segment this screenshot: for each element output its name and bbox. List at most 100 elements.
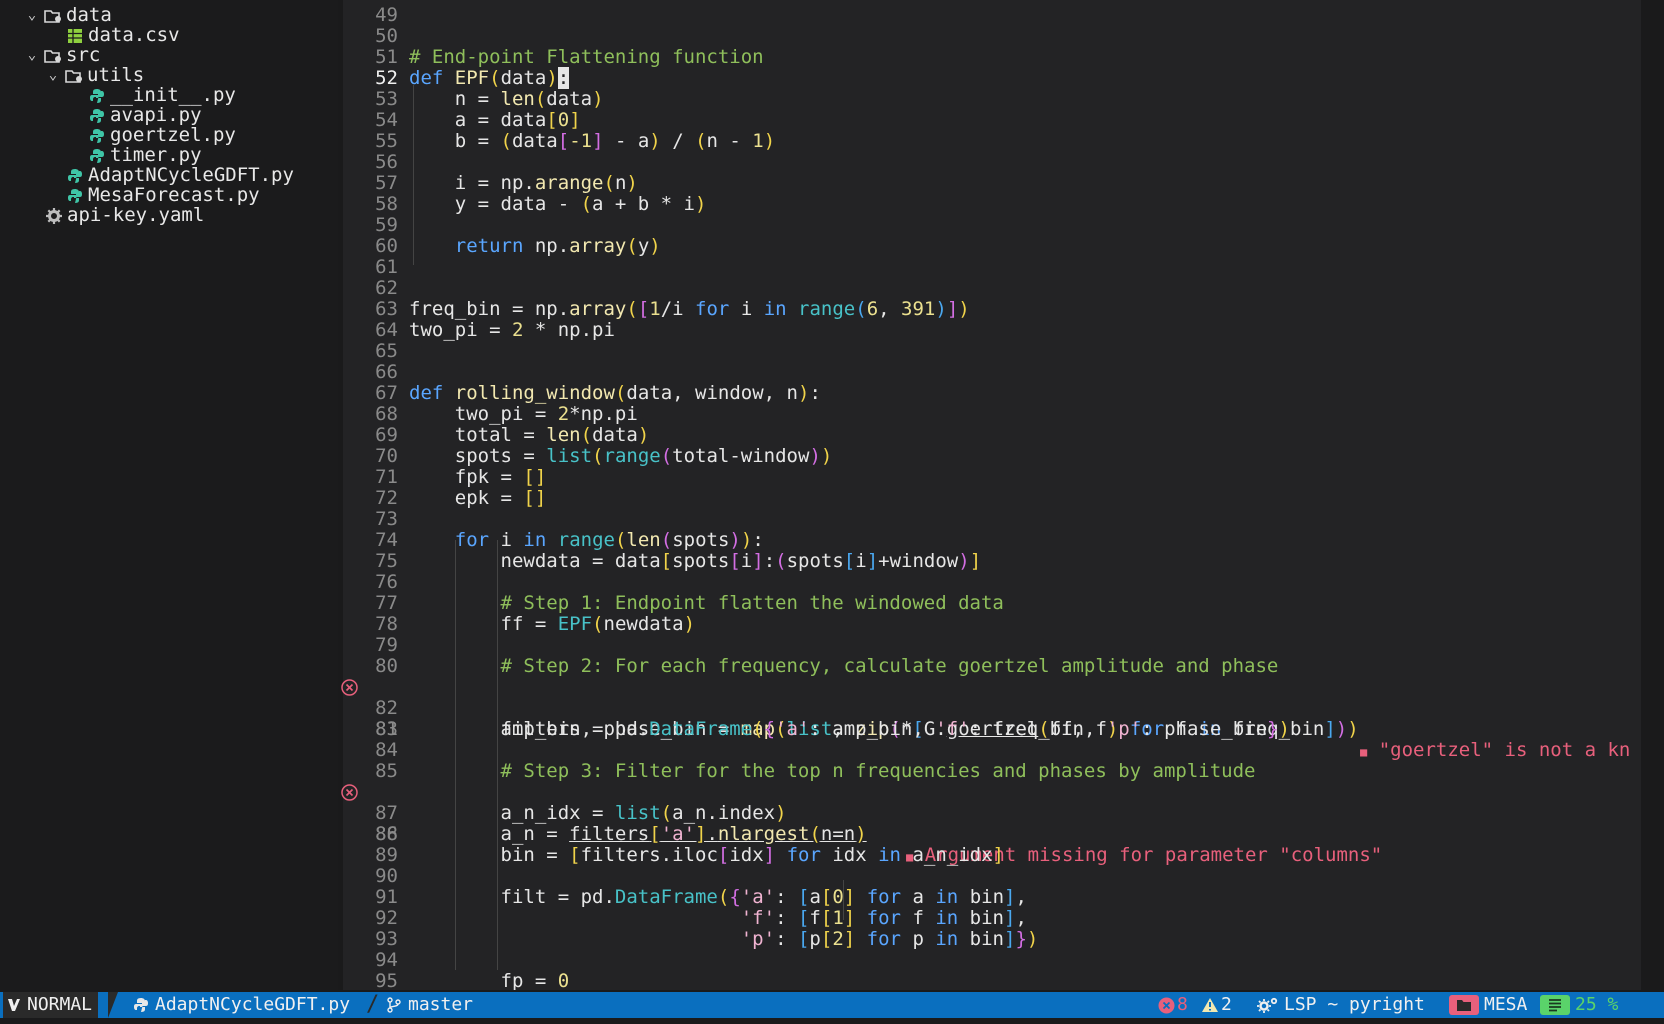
line-number: 75: [375, 550, 398, 572]
code-text: 'p': [p[2] for p in bin]}): [740, 928, 1039, 950]
code-line: 51 # End-point Flattening function: [343, 47, 1641, 68]
line-number: 64: [375, 319, 398, 341]
mode-separator: [108, 992, 118, 1018]
code-line: 62: [343, 278, 1641, 299]
line-number: 69: [375, 424, 398, 446]
code-line: 80 # Step 2: For each frequency, calcula…: [343, 656, 1641, 677]
line-number: 53: [375, 88, 398, 110]
tree-label: src: [66, 44, 101, 66]
code-line: 78 ff = EPF(newdata): [343, 614, 1641, 635]
code-text: bin = [filters.iloc[idx] for idx in a_n_…: [409, 844, 1004, 866]
code-line: 86 a_n = filters['a'].nlargest(n=n) ■ Ar…: [341, 782, 1641, 866]
code-text: y = data - (a + b * i): [409, 193, 707, 215]
line-number: 59: [375, 214, 398, 236]
error-icon[interactable]: [341, 784, 358, 801]
code-line: 67 def rolling_window(data, window, n):: [343, 383, 1641, 404]
tree-file-data-csv[interactable]: data.csv: [65, 25, 180, 46]
line-number: 49: [375, 4, 398, 26]
line-number: 78: [375, 613, 398, 635]
code-text: two_pi = 2*np.pi: [409, 403, 638, 425]
warning-count[interactable]: 2: [1201, 992, 1232, 1018]
code-text: two_pi = 2 * np.pi: [409, 319, 615, 341]
line-number: 92: [375, 907, 398, 929]
tree-label: __init__.py: [110, 84, 236, 106]
code-line: 83 filters = pd.DataFrame({'a': amp_bin,…: [343, 719, 1641, 740]
current-file[interactable]: AdaptNCycleGDFT.py: [132, 992, 350, 1018]
chevron-down-icon[interactable]: ⌄: [25, 45, 39, 66]
code-text: ff = EPF(newdata): [409, 613, 696, 635]
code-text: total = len(data): [409, 424, 650, 446]
code-text: return np.array(y): [454, 235, 661, 257]
tree-folder-src[interactable]: ⌄ src: [25, 44, 101, 66]
tree-label: utils: [87, 64, 145, 86]
gears-icon: [1257, 996, 1279, 1014]
line-number: 80: [375, 655, 398, 677]
error-icon[interactable]: [341, 679, 358, 696]
spreadsheet-icon: [65, 27, 85, 45]
python-icon: [87, 87, 107, 105]
separator-slash: /: [366, 992, 380, 1017]
tree-file-avapi[interactable]: avapi.py: [87, 105, 202, 126]
code-line: 82: [343, 698, 1641, 719]
line-number: 57: [375, 172, 398, 194]
tree-file-goertzel[interactable]: goertzel.py: [87, 125, 236, 146]
tree-file-adaptncyclegdft[interactable]: AdaptNCycleGDFT.py: [65, 165, 294, 186]
code-text: # Step 2: For each frequency, calculate …: [409, 655, 1279, 677]
chevron-down-icon[interactable]: ⌄: [46, 65, 60, 86]
code-text: # End-point Flattening function: [409, 46, 764, 68]
line-number: 73: [375, 508, 398, 530]
code-line: 93 'p': [p[2] for p in bin]}): [343, 929, 1641, 950]
tree-label: avapi.py: [110, 104, 202, 126]
git-branch[interactable]: master: [385, 992, 473, 1018]
chevron-down-icon[interactable]: ⌄: [25, 5, 39, 26]
line-number: 61: [375, 256, 398, 278]
code-text: # Step 3: Filter for the top n frequenci…: [409, 760, 1256, 782]
code-line: 61: [343, 257, 1641, 278]
code-text: freq_bin = np.array([1/i for i in range(…: [409, 298, 970, 320]
folder-open-icon: [43, 47, 63, 65]
code-text: n = len(data): [409, 88, 604, 110]
code-text: filt = pd.DataFrame({'a': [a[0] for a in…: [409, 886, 1027, 908]
file-explorer: ⌄ data data.csv ⌄ src ⌄ utils __init__.p…: [0, 0, 338, 990]
line-number: 84: [375, 739, 398, 761]
code-line: 92 'f': [f[1] for f in bin],: [343, 908, 1641, 929]
tree-folder-utils[interactable]: ⌄ utils: [46, 65, 144, 86]
code-line: 64 two_pi = 2 * np.pi: [343, 320, 1641, 341]
tree-folder-data[interactable]: ⌄ data: [25, 5, 112, 26]
code-line: 73: [343, 509, 1641, 530]
code-line: 85 # Step 3: Filter for the top n freque…: [343, 761, 1641, 782]
gear-icon: [44, 207, 64, 225]
code-line: 87 a_n_idx = list(a_n.index): [343, 803, 1641, 824]
line-number: 91: [375, 886, 398, 908]
line-number: 50: [375, 25, 398, 47]
code-line: 58 y = data - (a + b * i): [343, 194, 1641, 215]
document-lines-icon: [1540, 995, 1570, 1015]
vim-logo-icon: [7, 996, 21, 1014]
tree-file-mesaforecast[interactable]: MesaForecast.py: [65, 185, 260, 206]
code-text: for i in range(len(spots)):: [454, 529, 764, 551]
tree-file-timer[interactable]: timer.py: [87, 145, 202, 166]
lsp-status[interactable]: LSP ~ pyright: [1257, 992, 1425, 1018]
line-number: 58: [375, 193, 398, 215]
code-line: 54 a = data[0]: [343, 110, 1641, 131]
code-text: 'f': [f[1] for f in bin],: [740, 907, 1027, 929]
line-number: 89: [375, 844, 398, 866]
code-line: 89 bin = [filters.iloc[idx] for idx in a…: [343, 845, 1641, 866]
code-text: def rolling_window(data, window, n):: [409, 382, 821, 404]
project-indicator[interactable]: MESA: [1449, 992, 1527, 1018]
code-line: 84: [343, 740, 1641, 761]
code-text: epk = []: [409, 487, 547, 509]
line-number: 65: [375, 340, 398, 362]
line-number: 66: [375, 361, 398, 383]
code-line: 74 for i in range(len(spots)):: [343, 530, 1641, 551]
code-editor[interactable]: 49 50 51 # End-point Flattening function …: [341, 0, 1641, 990]
line-number: 71: [375, 466, 398, 488]
error-count[interactable]: 8: [1157, 992, 1188, 1018]
tree-file-api-key[interactable]: api-key.yaml: [44, 205, 204, 226]
line-number: 82: [375, 697, 398, 719]
line-number: 95: [375, 971, 398, 990]
python-icon: [87, 107, 107, 125]
tree-file-init[interactable]: __init__.py: [87, 85, 236, 106]
tree-label: api-key.yaml: [67, 204, 205, 226]
lsp-label: LSP ~ pyright: [1284, 994, 1425, 1015]
